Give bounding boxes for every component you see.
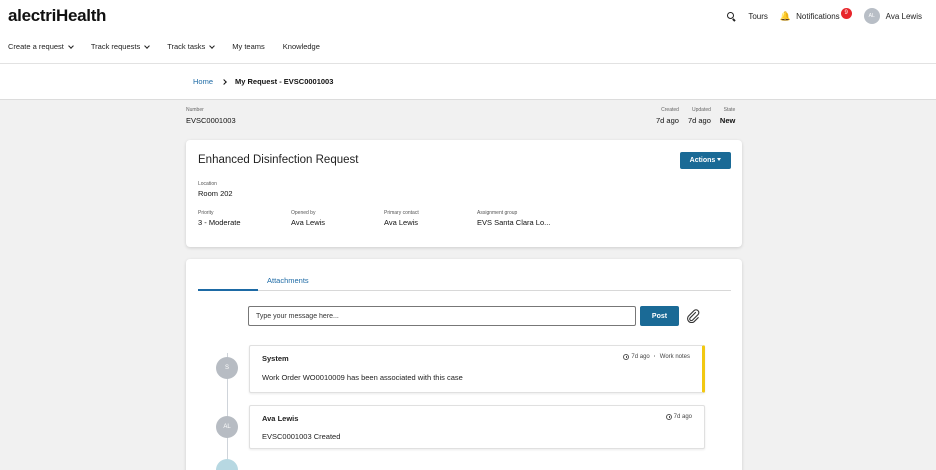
notification-count-badge: 9 <box>840 7 852 19</box>
avatar: AL <box>863 8 880 24</box>
bullet-separator: · <box>653 354 656 360</box>
entry-meta: 7d ago <box>665 414 692 420</box>
chevron-down-icon <box>68 42 74 49</box>
opened-by-label: Opened by <box>291 210 316 216</box>
main-nav: Create a request Track requests Track ta… <box>8 42 338 51</box>
assignment-group-value: EVS Santa Clara Lo... <box>477 218 551 227</box>
updated-label: Updated <box>692 107 711 113</box>
avatar: AL <box>216 416 238 438</box>
location-field: Location Room 202 <box>198 181 233 198</box>
nav-track-requests[interactable]: Track requests <box>90 42 151 51</box>
updated-field: Updated 7d ago <box>688 107 711 125</box>
avatar: S <box>216 357 238 379</box>
location-label: Location <box>198 181 217 187</box>
entry-author: Ava Lewis <box>262 414 299 423</box>
tab-divider <box>198 290 731 291</box>
actions-button[interactable]: Actions <box>680 152 731 169</box>
entry-tag: Work notes <box>659 354 690 360</box>
user-menu[interactable]: AL Ava Lewis <box>863 8 922 24</box>
state-label: State <box>723 107 736 113</box>
priority-value: 3 - Moderate <box>198 218 241 227</box>
entry-author: System <box>262 354 289 363</box>
tours-link[interactable]: Tours <box>748 12 768 21</box>
activity-entry: System 7d ago · Work notes Work Order WO… <box>249 345 705 393</box>
nav-track-tasks[interactable]: Track tasks <box>167 42 216 51</box>
post-button[interactable]: Post <box>640 306 679 326</box>
search-button[interactable] <box>727 11 736 21</box>
actions-label: Actions <box>689 157 716 164</box>
app-logo[interactable]: alectriHealth <box>8 6 106 26</box>
user-name: Ava Lewis <box>885 11 922 21</box>
breadcrumb-home-link[interactable]: Home <box>193 77 213 86</box>
priority-label: Priority <box>198 210 214 216</box>
nav-label: My teams <box>232 42 265 51</box>
header-actions: Tours 🔔 Notifications 9 AL Ava Lewis <box>715 7 922 24</box>
state-value: New <box>719 116 736 125</box>
primary-contact-value: Ava Lewis <box>384 218 419 227</box>
entry-body: EVSC0001003 Created <box>262 432 341 441</box>
entry-body: Work Order WO0010009 has been associated… <box>262 373 463 382</box>
number-label: Number <box>186 107 204 113</box>
nav-label: Create a request <box>8 42 64 51</box>
breadcrumb-bar: Home My Request - EVSC0001003 <box>0 64 936 100</box>
chevron-down-icon <box>209 42 216 49</box>
updated-value: 7d ago <box>687 116 711 125</box>
nav-label: Knowledge <box>282 42 320 51</box>
primary-contact-label: Primary contact <box>384 210 419 216</box>
top-header: alectriHealth Tours 🔔 Notifications 9 AL… <box>0 0 936 64</box>
primary-contact-field: Primary contact Ava Lewis <box>384 210 419 227</box>
created-field: Created 7d ago <box>656 107 679 125</box>
tab-attachments[interactable]: Attachments <box>267 276 309 285</box>
notifications-button[interactable]: 🔔 Notifications 9 <box>779 7 852 22</box>
notifications-label: Notifications <box>796 11 840 21</box>
priority-field: Priority 3 - Moderate <box>198 210 241 227</box>
location-value: Room 202 <box>198 189 233 198</box>
bell-icon: 🔔 <box>779 10 792 21</box>
number-value: EVSC0001003 <box>186 116 236 125</box>
clock-icon <box>665 414 672 420</box>
record-number: Number EVSC0001003 <box>186 107 236 125</box>
opened-by-value: Ava Lewis <box>291 218 326 227</box>
entry-meta: 7d ago · Work notes <box>623 354 690 360</box>
breadcrumb: Home My Request - EVSC0001003 <box>193 77 333 86</box>
entry-time: 7d ago <box>631 354 650 360</box>
assignment-group-label: Assignment group <box>477 210 518 216</box>
message-input[interactable] <box>248 306 636 326</box>
activity-entry: Ava Lewis 7d ago EVSC0001003 Created <box>249 405 705 449</box>
chevron-down-icon <box>144 42 151 49</box>
nav-label: Track tasks <box>167 42 206 51</box>
created-value: 7d ago <box>656 116 679 125</box>
created-label: Created <box>661 107 679 113</box>
nav-label: Track requests <box>90 42 141 51</box>
page-title: Enhanced Disinfection Request <box>198 154 359 166</box>
breadcrumb-current: My Request - EVSC0001003 <box>235 77 334 86</box>
opened-by-field: Opened by Ava Lewis <box>291 210 325 227</box>
record-status: Created 7d ago Updated 7d ago State New <box>656 107 735 125</box>
activity-card: Attachments Post S System 7d ago · Work … <box>186 259 742 470</box>
assignment-group-field: Assignment group EVS Santa Clara Lo... <box>477 210 550 227</box>
entry-time: 7d ago <box>673 414 692 420</box>
active-tab-indicator <box>198 289 258 291</box>
state-field: State New <box>720 107 735 125</box>
search-icon <box>727 11 736 21</box>
nav-my-teams[interactable]: My teams <box>232 42 265 51</box>
nav-knowledge[interactable]: Knowledge <box>283 42 320 51</box>
nav-create-request[interactable]: Create a request <box>8 42 74 51</box>
caret-down-icon <box>717 158 722 161</box>
chevron-right-icon <box>221 78 227 85</box>
request-details-card: Enhanced Disinfection Request Actions Lo… <box>186 140 742 247</box>
paperclip-icon[interactable] <box>686 309 700 323</box>
clock-icon <box>623 354 630 360</box>
avatar <box>216 459 238 470</box>
